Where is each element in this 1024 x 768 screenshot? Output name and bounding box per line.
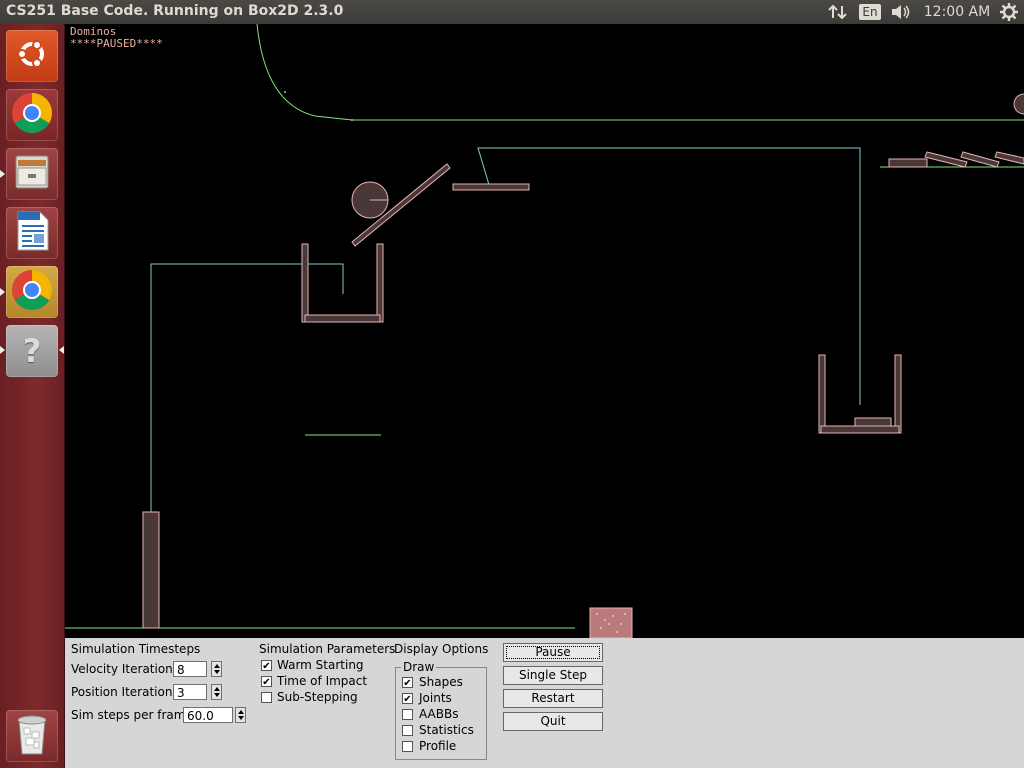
ubuntu-logo-icon	[14, 36, 50, 76]
shapes-label: Shapes	[419, 675, 463, 689]
domino	[888, 158, 928, 168]
display-header: Display Options	[394, 642, 489, 656]
aabbs-checkbox[interactable]	[402, 709, 413, 720]
joints-checkbox[interactable]	[402, 693, 413, 704]
draw-legend: Draw	[401, 660, 437, 674]
sub-stepping-label: Sub-Stepping	[277, 690, 358, 704]
top-panel: CS251 Base Code. Running on Box2D 2.3.0 …	[0, 0, 1024, 24]
position-iterations-label: Position Iterations	[71, 685, 179, 699]
right-bucket-block	[854, 417, 892, 427]
profile-checkbox[interactable]	[402, 741, 413, 752]
warm-starting-label: Warm Starting	[277, 658, 364, 672]
statistics-label: Statistics	[419, 723, 474, 737]
sim-steps-label: Sim steps per frame	[71, 708, 193, 722]
right-bucket-wall-r	[894, 354, 902, 434]
launcher-focus-arrow	[59, 346, 64, 354]
params-header: Simulation Parameters	[259, 642, 396, 656]
volume-icon[interactable]	[890, 0, 912, 24]
velocity-spinner-arrows-icon[interactable]	[211, 661, 222, 677]
aabbs-label: AABBs	[419, 707, 459, 721]
rolling-ball-edge	[1013, 93, 1024, 115]
writer-document-icon	[12, 210, 52, 256]
launcher-files[interactable]	[6, 148, 58, 200]
pulley-platform-top	[452, 183, 530, 191]
pulley-rope-right	[477, 147, 861, 405]
position-spinner-arrows-icon[interactable]	[211, 684, 222, 700]
joints-label: Joints	[419, 691, 452, 705]
language-indicator: En	[859, 4, 881, 20]
domino	[960, 151, 1000, 168]
sub-stepping-checkbox[interactable]	[261, 692, 272, 703]
launcher-ubuntu-dash[interactable]	[6, 30, 58, 82]
window-title: CS251 Base Code. Running on Box2D 2.3.0	[6, 3, 344, 19]
chrome-icon	[11, 92, 53, 138]
network-arrows-icon[interactable]	[826, 0, 850, 24]
clock[interactable]: 12:00 AM	[922, 0, 992, 24]
curved-ramp	[256, 24, 1024, 121]
chrome-icon	[11, 269, 53, 315]
physics-world	[65, 24, 1024, 638]
sim-steps-spinner-arrows-icon[interactable]	[235, 707, 246, 723]
pause-button[interactable]: Pause	[503, 643, 603, 662]
left-bucket-wall-l	[301, 243, 309, 323]
velocity-iterations-input[interactable]: 8	[173, 661, 207, 677]
restart-button[interactable]: Restart	[503, 689, 603, 708]
quit-button[interactable]: Quit	[503, 712, 603, 731]
sim-steps-input[interactable]: 60.0	[183, 707, 233, 723]
simulation-canvas[interactable]: Dominos ****PAUSED****	[65, 24, 1024, 638]
shapes-checkbox[interactable]	[402, 677, 413, 688]
domino	[924, 151, 968, 168]
warm-starting-checkbox[interactable]	[261, 660, 272, 671]
launcher-running-pip	[0, 288, 5, 296]
tall-weight-block	[142, 511, 160, 629]
launcher: ?	[0, 24, 65, 768]
keyboard-language-icon[interactable]: En	[859, 0, 881, 24]
launcher-running-pip	[0, 346, 5, 354]
timesteps-header: Simulation Timesteps	[71, 642, 201, 656]
file-cabinet-icon	[12, 152, 52, 196]
launcher-trash[interactable]	[6, 710, 58, 762]
time-of-impact-label: Time of Impact	[277, 674, 368, 688]
launcher-chrome-active[interactable]	[6, 266, 58, 318]
control-panel: Simulation Timesteps Velocity Iterations…	[65, 638, 1024, 768]
sand-container	[589, 607, 633, 638]
launcher-writer[interactable]	[6, 207, 58, 259]
left-bucket-floor	[304, 314, 381, 323]
trash-icon	[12, 712, 52, 760]
statistics-checkbox[interactable]	[402, 725, 413, 736]
position-iterations-input[interactable]: 3	[173, 684, 207, 700]
left-bucket-wall-r	[376, 243, 384, 323]
profile-label: Profile	[419, 739, 457, 753]
pulley-rope-left	[150, 263, 344, 570]
time-of-impact-checkbox[interactable]	[261, 676, 272, 687]
right-bucket-wall-l	[818, 354, 826, 434]
question-mark-icon: ?	[22, 332, 42, 370]
launcher-chrome[interactable]	[6, 89, 58, 141]
session-gear-icon[interactable]	[998, 0, 1020, 24]
right-bucket-floor	[820, 425, 900, 434]
single-step-button[interactable]: Single Step	[503, 666, 603, 685]
launcher-help[interactable]: ?	[6, 325, 58, 377]
launcher-running-pip	[0, 170, 5, 178]
velocity-iterations-label: Velocity Iterations	[71, 662, 180, 676]
